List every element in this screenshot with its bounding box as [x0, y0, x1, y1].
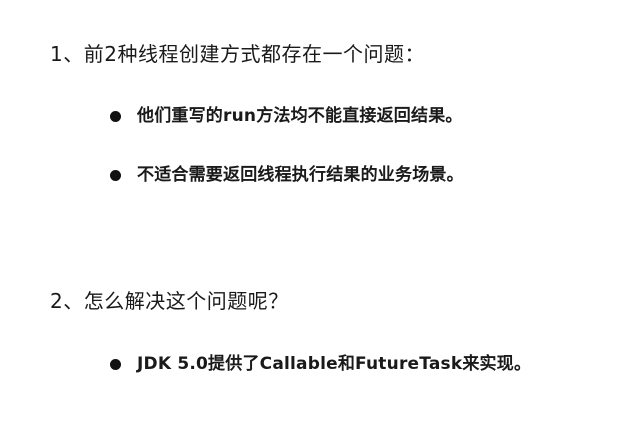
bullet-text: 不适合需要返回线程执行结果的业务场景。 [137, 165, 464, 185]
bullet-text: 他们重写的run方法均不能直接返回结果。 [137, 106, 463, 126]
bullet-dot-icon [110, 169, 121, 181]
section-2-heading: 2、怎么解决这个问题呢？ [50, 289, 289, 313]
section-2-bullet-1: JDK 5.0提供了Callable和FutureTask来实现。 [110, 353, 531, 375]
bullet-text: JDK 5.0提供了Callable和FutureTask来实现。 [137, 354, 532, 374]
bullet-dot-icon [110, 110, 121, 122]
section-1-bullet-1: 他们重写的run方法均不能直接返回结果。 [110, 105, 463, 127]
section-1-bullet-2: 不适合需要返回线程执行结果的业务场景。 [110, 164, 464, 186]
section-1-heading: 1、前2种线程创建方式都存在一个问题： [50, 42, 425, 66]
bullet-dot-icon [110, 358, 121, 370]
